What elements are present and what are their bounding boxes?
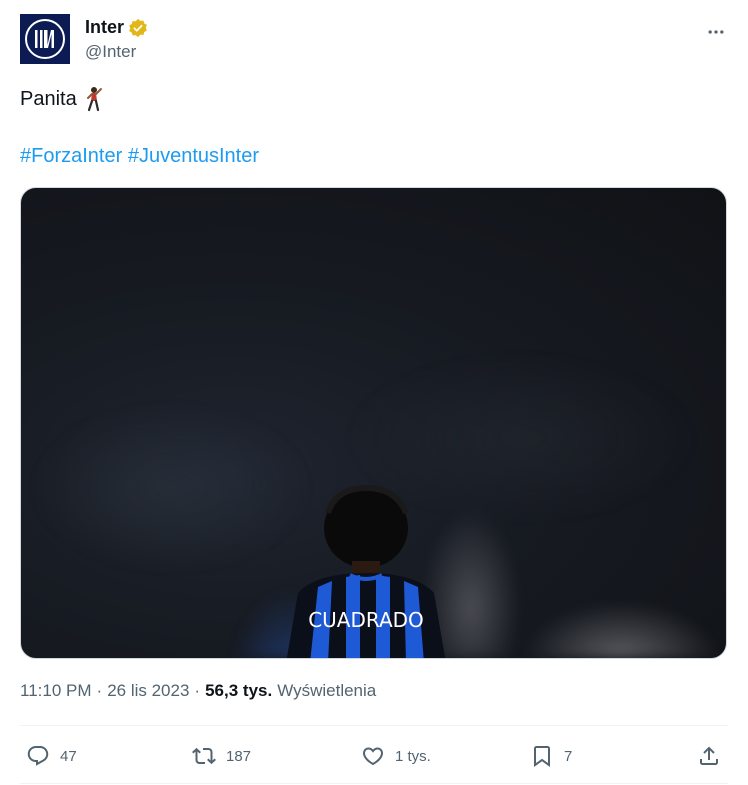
views-label[interactable]: Wyświetlenia	[277, 681, 376, 701]
retweet-button[interactable]: 187	[192, 738, 251, 774]
hashtags: #ForzaInter #JuventusInter	[20, 145, 259, 168]
meta-separator: ·	[96, 681, 103, 700]
action-bar: 47 187 1 tys. 7	[20, 738, 728, 774]
tweet-text: Panita	[20, 86, 105, 112]
tweet-meta: 11:10 PM · 26 lis 2023 · 56,3 tys. Wyświ…	[20, 681, 376, 701]
avatar[interactable]	[20, 14, 70, 64]
hashtag-juventusinter[interactable]: #JuventusInter	[128, 145, 259, 167]
bookmark-count: 7	[564, 747, 573, 765]
share-button[interactable]	[697, 738, 721, 774]
reply-button[interactable]: 47	[26, 738, 77, 774]
person-dancing-emoji-icon	[83, 86, 105, 112]
name-row: Inter	[85, 17, 148, 38]
jersey-name: CUADRADO	[308, 608, 424, 632]
bookmark-button[interactable]: 7	[530, 738, 572, 774]
tweet-time[interactable]: 11:10 PM	[20, 681, 92, 701]
divider	[20, 783, 728, 784]
tweet-text-content: Panita	[20, 87, 77, 110]
retweet-count: 187	[226, 747, 252, 765]
tweet-date[interactable]: 26 lis 2023	[107, 681, 189, 701]
share-icon	[700, 746, 718, 765]
inter-logo-icon	[25, 19, 65, 59]
meta-separator: ·	[194, 681, 201, 700]
heart-icon	[362, 747, 384, 766]
more-options-icon[interactable]	[704, 20, 728, 44]
divider	[20, 725, 728, 726]
retweet-icon	[192, 747, 216, 765]
reply-icon	[27, 746, 49, 766]
display-name[interactable]: Inter	[85, 17, 124, 38]
reply-count: 47	[60, 747, 77, 765]
like-button[interactable]: 1 tys.	[361, 738, 431, 774]
verified-badge-icon[interactable]	[128, 18, 148, 38]
tweet-photo[interactable]: CUADRADO	[20, 187, 727, 659]
player-figure: CUADRADO	[286, 484, 446, 658]
views-count[interactable]: 56,3 tys.	[205, 681, 272, 701]
user-handle[interactable]: @Inter	[85, 42, 136, 62]
like-count: 1 tys.	[395, 747, 431, 765]
bookmark-icon	[534, 746, 550, 767]
hashtag-forzainter[interactable]: #ForzaInter	[20, 145, 122, 167]
tweet-header: Inter @Inter	[20, 14, 728, 66]
